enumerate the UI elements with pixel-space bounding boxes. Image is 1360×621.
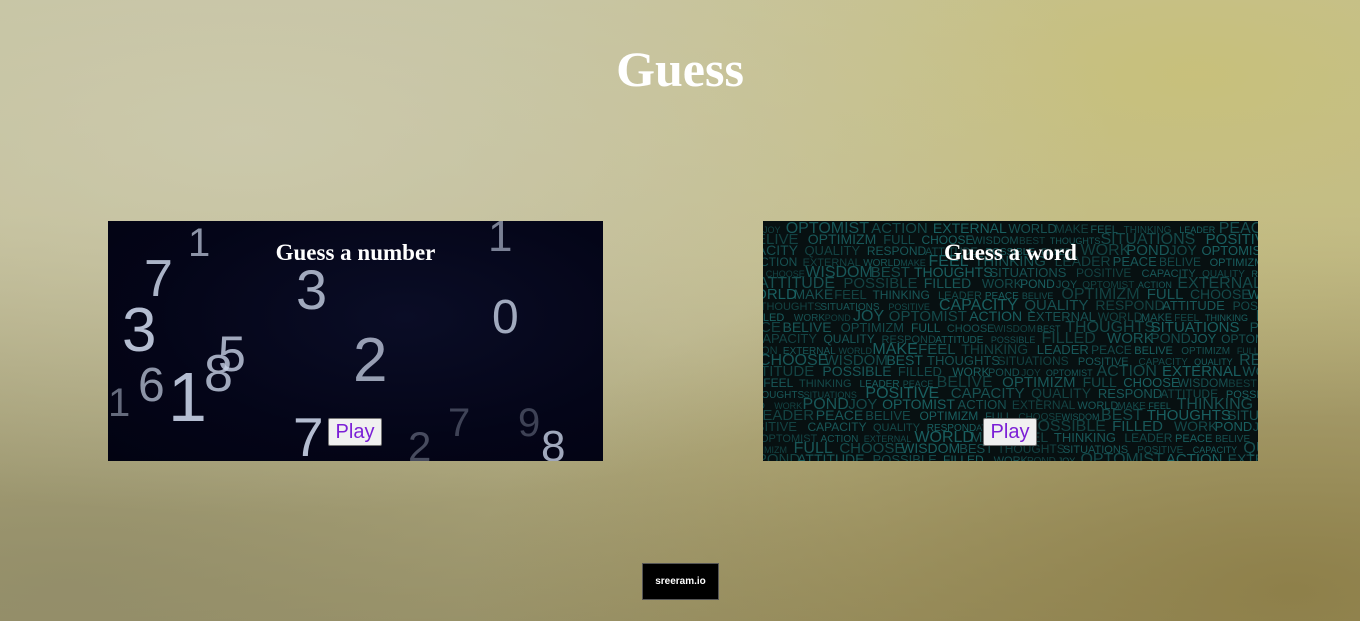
background-word: FEEL: [834, 287, 867, 302]
guess-word-title: Guess a word: [944, 240, 1077, 265]
background-digit: 1: [168, 358, 207, 436]
background-digit: 2: [353, 326, 387, 395]
background-word: CAPACITY: [763, 331, 817, 346]
background-word: BELIVE: [865, 408, 911, 423]
background-word: WORLD: [1008, 221, 1056, 236]
background-word: POND: [1150, 330, 1190, 346]
background-word: PEACE: [1091, 343, 1132, 357]
guess-number-card[interactable]: 73135861201728971 Guess a number Play: [108, 221, 603, 461]
background-word: WORK: [994, 455, 1029, 461]
background-word: OPTOMIST: [1221, 332, 1258, 346]
background-word: LEADER: [1124, 431, 1172, 445]
background-word: OPTOMIST: [1080, 451, 1163, 461]
background-word: BELIVE: [1134, 345, 1173, 357]
background-digit: 1: [108, 381, 130, 425]
background-digit: 8: [204, 345, 233, 403]
background-word: WISDOM: [994, 324, 1036, 335]
background-word: QUALITY: [823, 332, 874, 346]
background-word: FILLED: [898, 364, 942, 379]
background-word: FILLED: [943, 453, 984, 461]
background-word: POND: [1027, 456, 1056, 461]
background-word: JOY: [1058, 456, 1076, 461]
background-word: FILLED: [924, 275, 971, 291]
background-word: RESPOND: [1098, 386, 1162, 401]
background-word: POSSIBLE: [822, 363, 891, 379]
background-word: ACTION: [1166, 451, 1223, 461]
background-word: FULL: [911, 321, 941, 335]
background-word: WORK: [982, 276, 1023, 291]
background-word: POSITIVE: [1076, 266, 1131, 280]
background-word: JOY: [1191, 331, 1217, 346]
background-digit: 2: [408, 423, 431, 461]
background-word: POSSIBLE: [873, 452, 938, 461]
guess-word-card[interactable]: JOY OPTOMIST ACTION EXTERNAL WORLD MAKE FEEL TH…: [763, 221, 1258, 461]
background-word: EXTERNAL: [1228, 451, 1258, 461]
background-word: OPTIMIZM: [920, 409, 979, 423]
background-word: PEACE: [1175, 433, 1212, 445]
background-word: CAPACITY: [807, 420, 866, 434]
background-word: RESPOND: [763, 451, 800, 461]
sreeram-io-link[interactable]: sreeram.io: [642, 563, 719, 600]
guess-number-title: Guess a number: [275, 240, 436, 265]
background-word: MAKE: [1055, 222, 1089, 236]
background-word: POND: [1020, 277, 1055, 291]
background-digit: 7: [448, 401, 470, 445]
background-word: THINKING: [872, 288, 929, 302]
background-word: JOY: [1253, 420, 1258, 434]
background-word: OPTIMIZM: [1181, 346, 1230, 357]
background-word: EXTERNAL: [1012, 398, 1076, 412]
background-word: THOUGHTS: [763, 390, 804, 401]
background-digit: 0: [492, 291, 519, 344]
background-word: ATTITUDE: [1162, 298, 1225, 313]
background-word: ACTION: [969, 308, 1022, 324]
background-digit: 6: [138, 359, 165, 412]
background-word: POSSIBLE: [1233, 299, 1258, 313]
background-word: POND: [1215, 419, 1253, 434]
background-word: FEEL: [763, 376, 793, 390]
background-word: MAKE: [794, 286, 834, 302]
background-digit: 8: [541, 422, 565, 461]
background-word: CHOOSE: [947, 323, 995, 335]
background-word: WORK: [1174, 418, 1218, 434]
background-word: ATTITUDE: [797, 451, 864, 461]
background-digit: 3: [296, 258, 327, 321]
background-word: POSITIVE: [763, 419, 797, 434]
play-number-button[interactable]: Play: [328, 418, 382, 446]
background-word: THINKING: [799, 378, 852, 390]
play-word-button[interactable]: Play: [983, 418, 1037, 446]
background-word: WORLD: [1242, 363, 1258, 379]
background-digit: 9: [518, 401, 540, 445]
background-word: SITUATIONS: [998, 354, 1069, 368]
page-title: Guess: [616, 41, 744, 97]
background-digit: 7: [293, 406, 324, 461]
background-digit: 3: [122, 296, 156, 365]
